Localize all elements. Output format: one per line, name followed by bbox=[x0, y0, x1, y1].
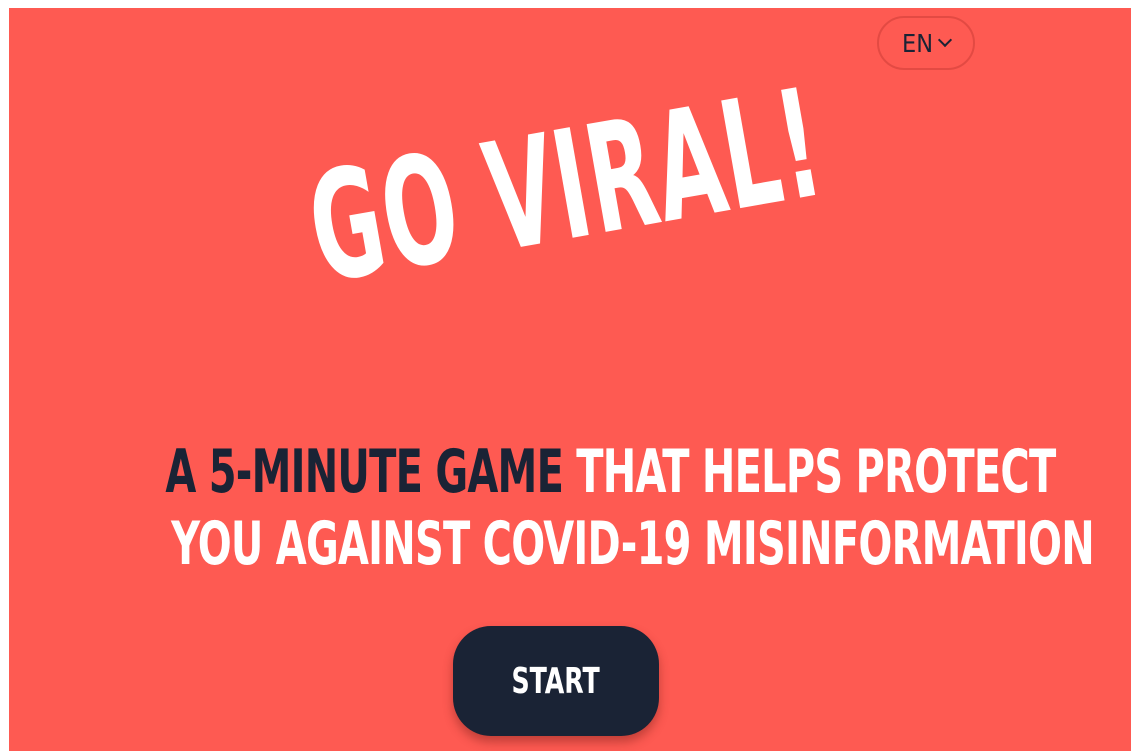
tagline-line-2-text: YOU AGAINST COVID-19 MISINFORMATION bbox=[171, 509, 1095, 579]
tagline-highlight: A 5-MINUTE GAME bbox=[165, 437, 564, 507]
start-button-label: START bbox=[511, 660, 601, 702]
game-logo: GO VIRAL! bbox=[296, 8, 1131, 318]
landing-page: EN GO VIRAL! A 5-MINUTE GAME THAT HELPS … bbox=[9, 8, 1131, 751]
logo-text: GO VIRAL! bbox=[296, 56, 835, 318]
tagline-rest-line-1: THAT HELPS PROTECT bbox=[576, 437, 1056, 507]
start-button[interactable]: START bbox=[453, 626, 659, 736]
tagline: A 5-MINUTE GAME THAT HELPS PROTECT YOU A… bbox=[9, 436, 1131, 580]
tagline-line-2: YOU AGAINST COVID-19 MISINFORMATION bbox=[9, 508, 1131, 580]
tagline-line-1: A 5-MINUTE GAME THAT HELPS PROTECT bbox=[9, 436, 1131, 508]
